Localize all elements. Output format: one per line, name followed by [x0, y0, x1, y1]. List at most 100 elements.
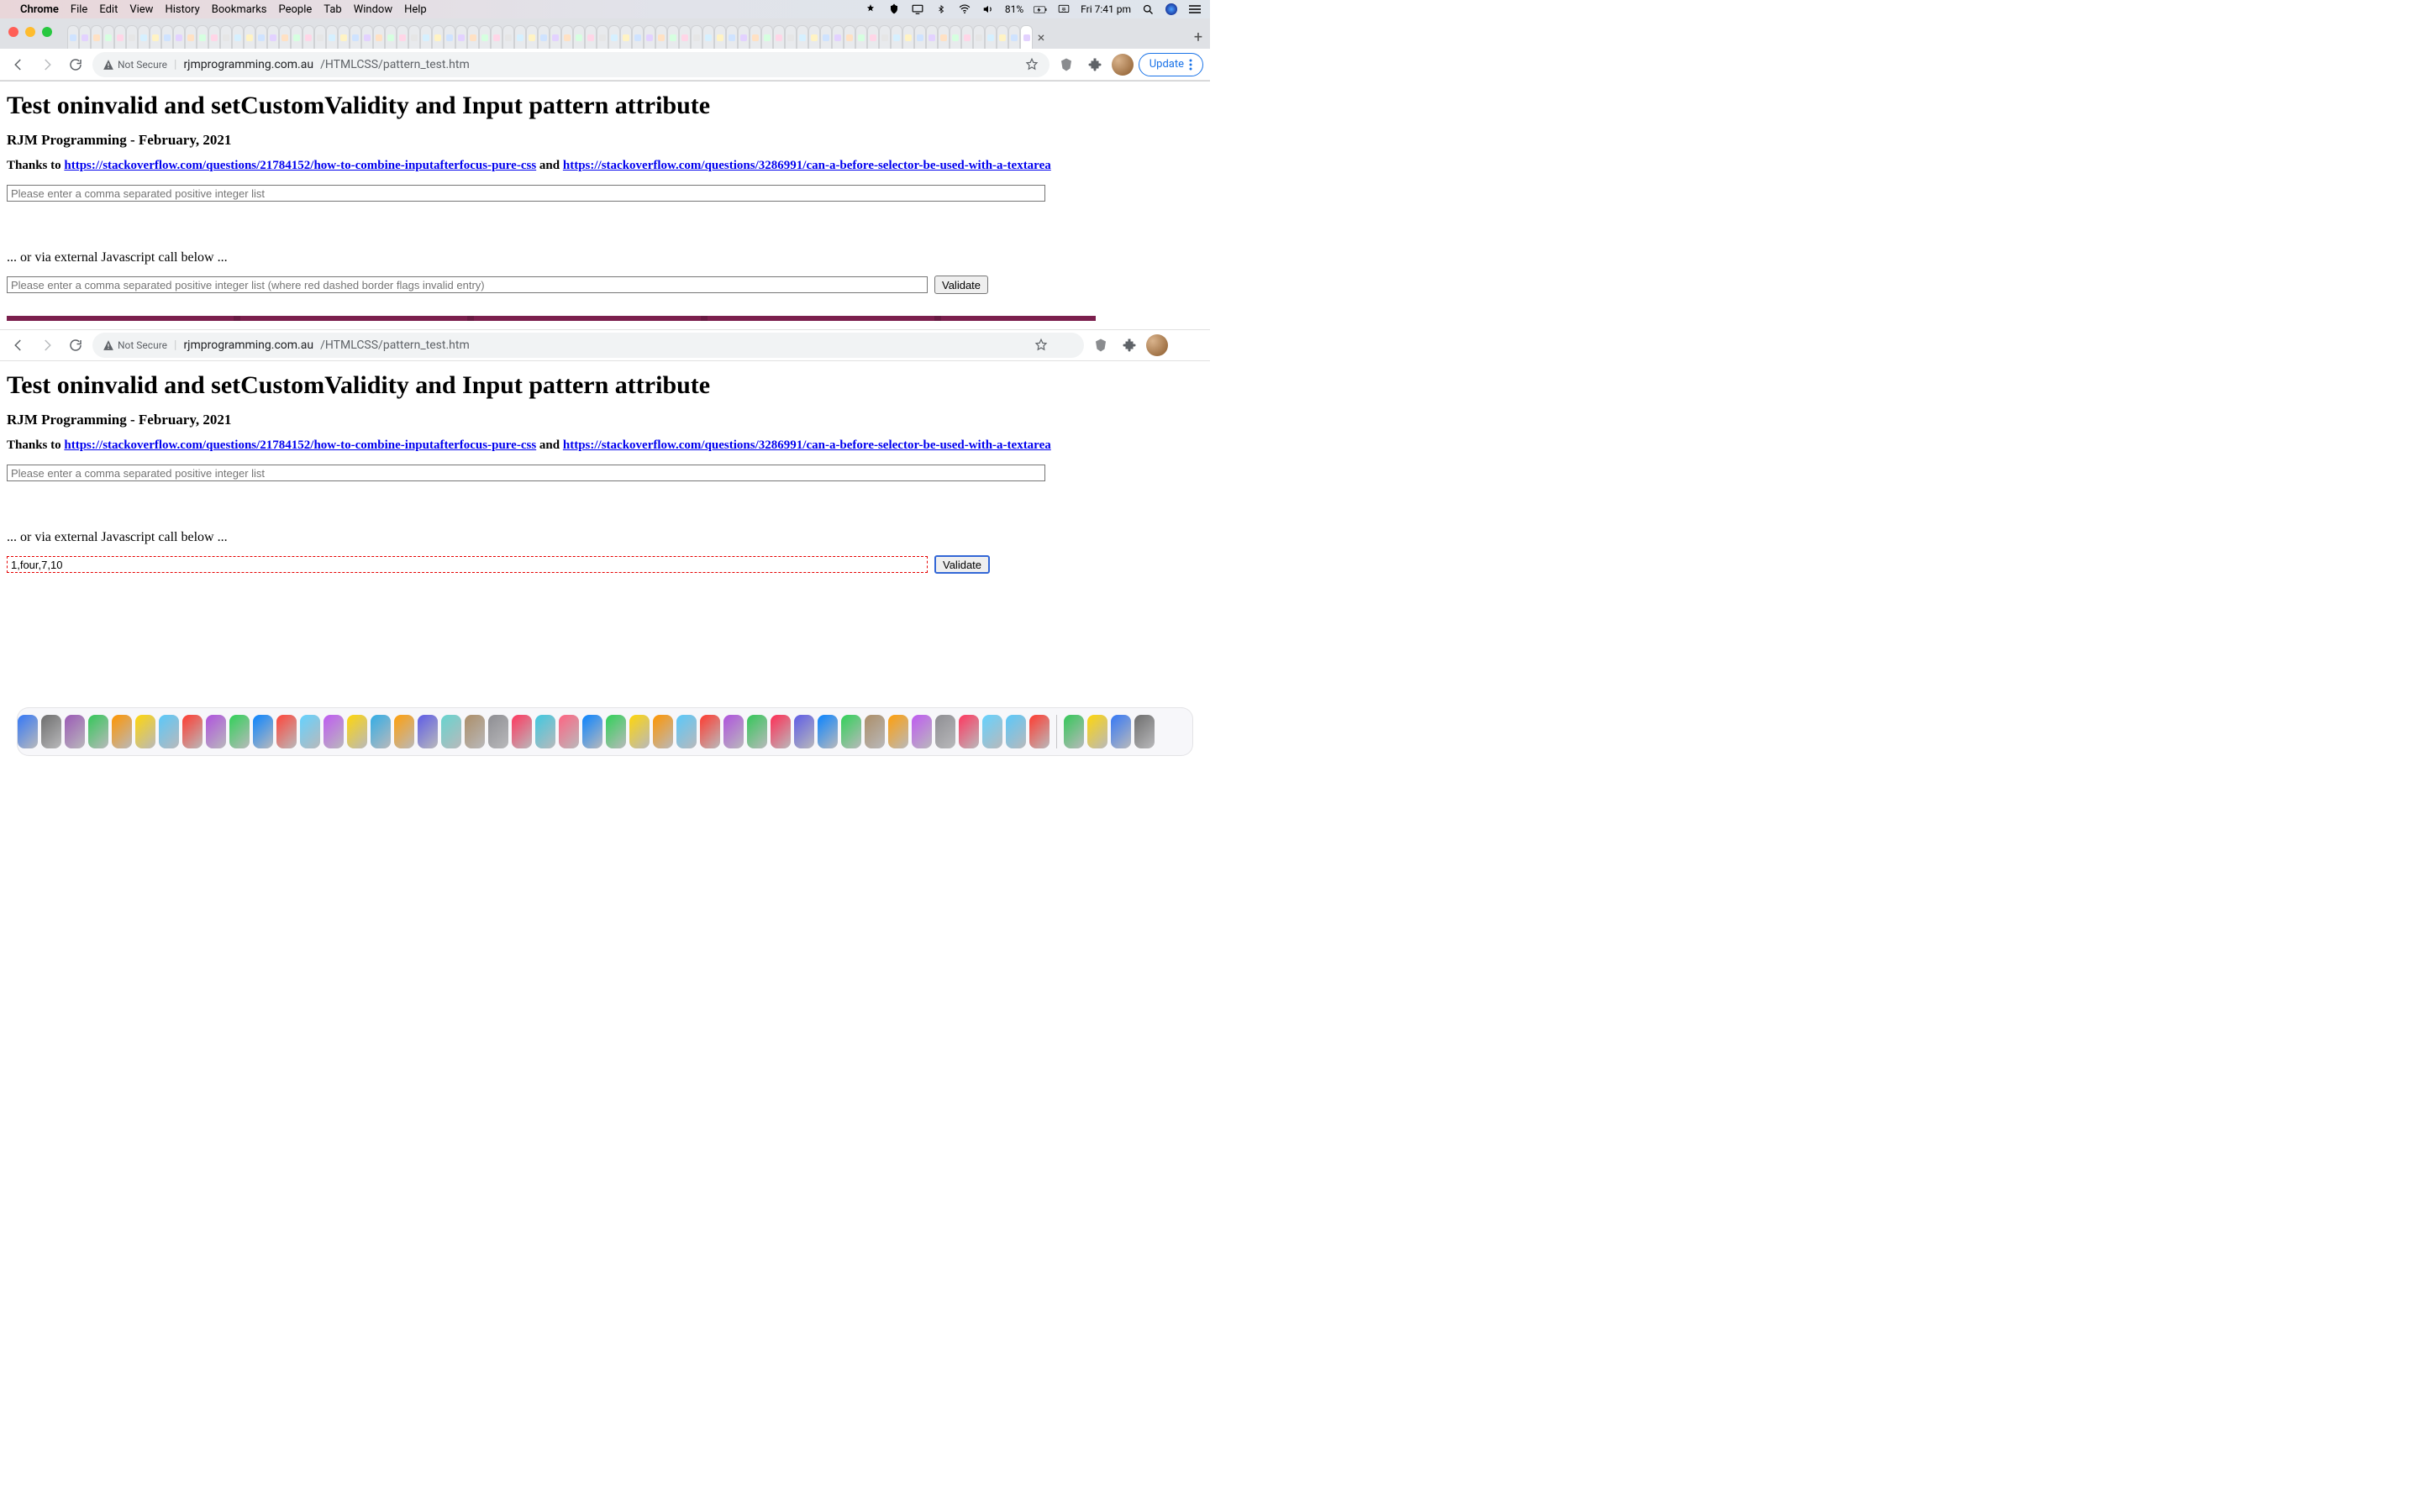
dock-app[interactable]	[700, 715, 720, 748]
menu-edit[interactable]: Edit	[99, 3, 118, 16]
browser-tab[interactable]	[1008, 25, 1020, 49]
browser-tab[interactable]	[867, 25, 879, 49]
dock-app[interactable]	[794, 715, 814, 748]
dock-app[interactable]	[771, 715, 791, 748]
profile-avatar-b[interactable]	[1146, 334, 1168, 356]
reload-button[interactable]	[64, 53, 87, 76]
dock-app[interactable]	[629, 715, 650, 748]
display-icon[interactable]	[911, 3, 924, 16]
browser-tab[interactable]	[385, 25, 397, 49]
browser-tab[interactable]	[326, 25, 338, 49]
browser-tab[interactable]	[255, 25, 267, 49]
browser-tab[interactable]	[267, 25, 279, 49]
app-menu[interactable]: Chrome	[20, 3, 59, 16]
battery-icon[interactable]	[1034, 3, 1047, 16]
browser-tab[interactable]	[985, 25, 997, 49]
dock-app[interactable]	[1029, 715, 1050, 748]
browser-tab[interactable]	[773, 25, 785, 49]
browser-tab[interactable]	[479, 25, 491, 49]
status-icon[interactable]	[864, 3, 877, 16]
wifi-icon[interactable]	[958, 3, 971, 16]
browser-tab[interactable]	[750, 25, 761, 49]
window-maximize[interactable]	[42, 27, 52, 37]
browser-tab[interactable]	[444, 25, 455, 49]
browser-tab[interactable]	[538, 25, 550, 49]
malware-icon[interactable]	[887, 3, 901, 16]
dock-app[interactable]	[488, 715, 508, 748]
browser-tab[interactable]	[161, 25, 173, 49]
browser-tab[interactable]	[820, 25, 832, 49]
dock-app[interactable]	[182, 715, 203, 748]
thanks-link-2[interactable]: https://stackoverflow.com/questions/3286…	[563, 159, 1051, 172]
dock-app[interactable]	[300, 715, 320, 748]
browser-tab[interactable]	[938, 25, 950, 49]
browser-tab[interactable]	[620, 25, 632, 49]
browser-tab[interactable]	[914, 25, 926, 49]
browser-tab[interactable]	[997, 25, 1008, 49]
browser-tab[interactable]	[502, 25, 514, 49]
siri-icon[interactable]	[1165, 3, 1178, 16]
dock-app[interactable]	[347, 715, 367, 748]
browser-tab[interactable]	[561, 25, 573, 49]
browser-tab[interactable]	[114, 25, 126, 49]
dock-app[interactable]	[959, 715, 979, 748]
menu-view[interactable]: View	[129, 3, 153, 16]
forward-button[interactable]	[35, 53, 59, 76]
dock-app[interactable]	[653, 715, 673, 748]
profile-avatar[interactable]	[1112, 54, 1134, 76]
spotlight-icon[interactable]	[1141, 3, 1155, 16]
dock-app[interactable]	[1111, 715, 1131, 748]
browser-tab[interactable]	[138, 25, 150, 49]
browser-tab[interactable]	[350, 25, 361, 49]
window-close[interactable]	[8, 27, 18, 37]
dock-app[interactable]	[935, 715, 955, 748]
star-icon-b[interactable]	[1034, 338, 1049, 353]
menu-window[interactable]: Window	[354, 3, 392, 16]
thanks-link-2b[interactable]: https://stackoverflow.com/questions/3286…	[563, 438, 1051, 452]
dock-app[interactable]	[229, 715, 250, 748]
browser-tab[interactable]	[691, 25, 702, 49]
dock-app[interactable]	[865, 715, 885, 748]
dock-app[interactable]	[676, 715, 697, 748]
reload-button-b[interactable]	[64, 333, 87, 357]
browser-tab[interactable]	[950, 25, 961, 49]
brave-icon-b[interactable]	[1089, 333, 1113, 357]
browser-tab[interactable]	[902, 25, 914, 49]
control-center-icon[interactable]	[1188, 3, 1202, 16]
browser-tab[interactable]	[761, 25, 773, 49]
browser-tab[interactable]	[291, 25, 302, 49]
validate-button[interactable]: Validate	[934, 276, 988, 294]
dock-app[interactable]	[394, 715, 414, 748]
window-minimize[interactable]	[25, 27, 35, 37]
browser-tab[interactable]	[808, 25, 820, 49]
dock-app[interactable]	[418, 715, 438, 748]
browser-tab[interactable]	[702, 25, 714, 49]
volume-icon[interactable]	[981, 3, 995, 16]
browser-tab[interactable]	[961, 25, 973, 49]
dock-app[interactable]	[135, 715, 155, 748]
dock-app[interactable]	[606, 715, 626, 748]
integer-list-input-2[interactable]	[7, 276, 928, 293]
extensions-icon-b[interactable]	[1118, 333, 1141, 357]
browser-tab[interactable]	[79, 25, 91, 49]
browser-tab[interactable]	[514, 25, 526, 49]
browser-tab[interactable]	[173, 25, 185, 49]
extensions-icon[interactable]	[1083, 53, 1107, 76]
browser-tab[interactable]	[655, 25, 667, 49]
integer-list-input-1[interactable]	[7, 185, 1045, 202]
browser-tab[interactable]	[197, 25, 208, 49]
browser-tab[interactable]	[491, 25, 502, 49]
dock-app[interactable]	[112, 715, 132, 748]
browser-tab[interactable]	[373, 25, 385, 49]
dock-app[interactable]	[18, 715, 38, 748]
browser-tab[interactable]	[879, 25, 891, 49]
dock-app[interactable]	[559, 715, 579, 748]
dock-app[interactable]	[912, 715, 932, 748]
dock-app[interactable]	[1006, 715, 1026, 748]
browser-tab[interactable]	[726, 25, 738, 49]
browser-tab[interactable]	[455, 25, 467, 49]
browser-tab[interactable]	[361, 25, 373, 49]
validate-button-b[interactable]: Validate	[934, 555, 990, 574]
dock-app[interactable]	[841, 715, 861, 748]
dock-app[interactable]	[253, 715, 273, 748]
